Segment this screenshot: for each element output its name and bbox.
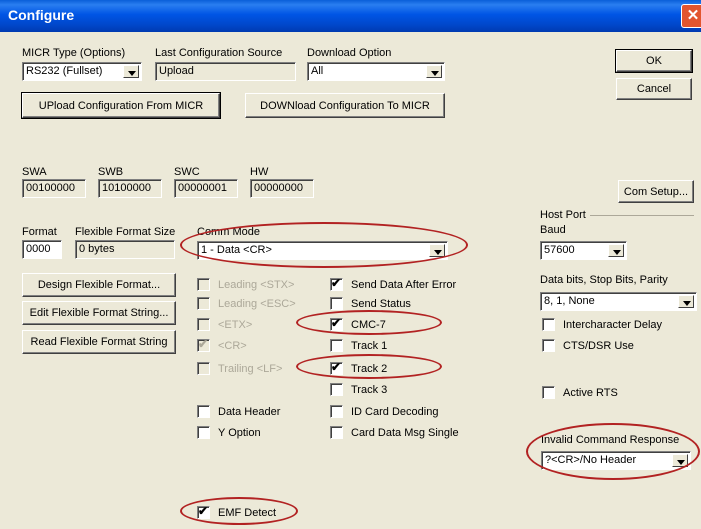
download-config-button[interactable]: DOWNload Configuration To MICR xyxy=(245,93,445,118)
swa-field: 00100000 xyxy=(22,179,86,198)
id-card-decoding-checkbox[interactable]: ID Card Decoding xyxy=(330,405,438,418)
swc-field: 00000001 xyxy=(174,179,238,198)
window-title: Configure xyxy=(8,7,75,23)
cmc7-highlight xyxy=(296,310,442,335)
swc-label: SWC xyxy=(174,166,200,178)
bits-value: 8, 1, None xyxy=(544,295,595,307)
chevron-down-icon xyxy=(426,65,442,78)
com-setup-button[interactable]: Com Setup... xyxy=(618,180,694,203)
download-option-select[interactable]: All xyxy=(307,62,445,81)
upload-config-button[interactable]: UPload Configuration From MICR xyxy=(21,92,221,119)
y-option-checkbox[interactable]: Y Option xyxy=(197,426,261,439)
close-icon: ✕ xyxy=(686,7,700,24)
active-rts-label: Active RTS xyxy=(563,386,618,399)
track1-checkbox[interactable]: Track 1 xyxy=(330,339,387,352)
cts-dsr-checkbox[interactable]: CTS/DSR Use xyxy=(542,339,634,352)
trailing-lf-checkbox[interactable]: Trailing <LF> xyxy=(197,362,282,375)
ok-button[interactable]: OK xyxy=(615,49,693,73)
micr-type-label: MICR Type (Options) xyxy=(22,47,126,59)
card-data-msg-single-label: Card Data Msg Single xyxy=(351,426,459,439)
cancel-button[interactable]: Cancel xyxy=(616,78,692,100)
y-option-label: Y Option xyxy=(218,426,261,439)
configure-dialog: Configure ✕ MICR Type (Options) RS232 (F… xyxy=(0,0,701,529)
send-status-checkbox[interactable]: Send Status xyxy=(330,297,411,310)
data-header-label: Data Header xyxy=(218,405,281,418)
micr-type-value: RS232 (Fullset) xyxy=(26,65,103,77)
cts-dsr-label: CTS/DSR Use xyxy=(563,339,634,352)
close-button[interactable]: ✕ xyxy=(681,4,701,28)
chevron-down-icon xyxy=(608,244,624,257)
leading-stx-checkbox[interactable]: Leading <STX> xyxy=(197,278,294,291)
bits-select[interactable]: 8, 1, None xyxy=(540,292,697,311)
micr-type-select[interactable]: RS232 (Fullset) xyxy=(22,62,142,81)
format-field[interactable]: 0000 xyxy=(22,240,62,259)
track3-label: Track 3 xyxy=(351,383,388,396)
edit-flexible-format-button[interactable]: Edit Flexible Format String... xyxy=(22,301,176,325)
active-rts-checkbox[interactable]: Active RTS xyxy=(542,386,618,399)
card-data-msg-single-checkbox[interactable]: Card Data Msg Single xyxy=(330,426,459,439)
leading-esc-checkbox[interactable]: Leading <ESC> xyxy=(197,297,296,310)
cr-checkbox[interactable]: ✔ <CR> xyxy=(197,337,247,352)
data-header-checkbox[interactable]: Data Header xyxy=(197,405,280,418)
trailing-lf-label: Trailing <LF> xyxy=(218,362,283,375)
last-config-field: Upload xyxy=(155,62,296,81)
check-mark-icon: ✔ xyxy=(331,276,342,290)
swb-field: 10100000 xyxy=(98,179,162,198)
leading-stx-label: Leading <STX> xyxy=(218,278,295,291)
invalid-cmd-highlight xyxy=(526,423,700,480)
download-option-value: All xyxy=(311,65,324,77)
last-config-label: Last Configuration Source xyxy=(155,47,283,59)
intercharacter-delay-checkbox[interactable]: Intercharacter Delay xyxy=(542,318,662,331)
download-option-label: Download Option xyxy=(307,47,392,59)
host-port-label: Host Port xyxy=(540,209,586,221)
etx-label: <ETX> xyxy=(218,318,253,331)
send-data-after-error-checkbox[interactable]: ✔ Send Data After Error xyxy=(330,276,457,291)
hw-field: 00000000 xyxy=(250,179,314,198)
read-flexible-format-button[interactable]: Read Flexible Format String xyxy=(22,330,176,354)
title-bar[interactable]: Configure ✕ xyxy=(0,0,701,32)
cr-label: <CR> xyxy=(218,339,247,352)
baud-label: Baud xyxy=(540,224,566,236)
swa-label: SWA xyxy=(22,166,47,178)
baud-value: 57600 xyxy=(544,244,575,256)
send-status-label: Send Status xyxy=(351,297,411,310)
design-flexible-format-button[interactable]: Design Flexible Format... xyxy=(22,273,176,297)
hw-label: HW xyxy=(250,166,269,178)
etx-checkbox[interactable]: <ETX> xyxy=(197,318,252,331)
format-label: Format xyxy=(22,226,57,238)
chevron-down-icon xyxy=(123,65,139,78)
bits-label: Data bits, Stop Bits, Parity xyxy=(540,274,668,286)
intercharacter-delay-label: Intercharacter Delay xyxy=(563,318,663,331)
track3-checkbox[interactable]: Track 3 xyxy=(330,383,387,396)
track1-label: Track 1 xyxy=(351,339,388,352)
baud-select[interactable]: 57600 xyxy=(540,241,627,260)
flex-size-field: 0 bytes xyxy=(75,240,175,259)
check-mark-icon: ✔ xyxy=(198,337,209,351)
chevron-down-icon xyxy=(678,295,694,308)
flex-size-label: Flexible Format Size xyxy=(75,226,176,238)
send-data-after-error-label: Send Data After Error xyxy=(351,278,457,291)
comm-mode-highlight xyxy=(180,222,468,268)
swb-label: SWB xyxy=(98,166,124,178)
emf-detect-highlight xyxy=(180,497,298,525)
leading-esc-label: Leading <ESC> xyxy=(218,297,296,310)
host-port-divider xyxy=(590,215,694,216)
track2-highlight xyxy=(296,354,442,379)
id-card-decoding-label: ID Card Decoding xyxy=(351,405,439,418)
